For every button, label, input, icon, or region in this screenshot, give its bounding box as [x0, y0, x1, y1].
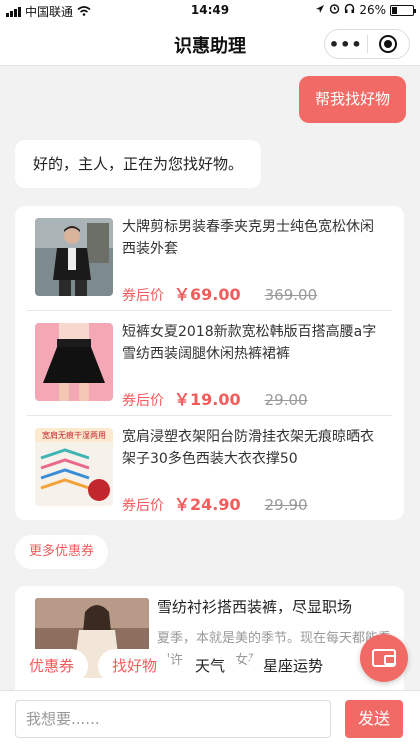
quick-action-weather[interactable]: 天气 — [181, 649, 240, 683]
coupon-price-label: 券后价 — [122, 498, 164, 514]
headphones-icon — [344, 3, 355, 17]
goods-price-row: 券后价 ￥69.00 369.00 — [122, 281, 317, 305]
bot-reply-bubble: 好的，主人，正在为您找好物。 — [15, 140, 262, 188]
location-icon — [315, 3, 325, 17]
battery-percent: 26% — [359, 3, 386, 17]
coupon-price: ￥69.00 — [174, 285, 241, 304]
input-bar: 发送 — [0, 690, 420, 747]
product-image-hangers: 宽肩无痕干湿两用 — [35, 428, 113, 506]
coupon-price: ￥19.00 — [174, 390, 241, 409]
quick-actions: 优惠券 找好物 天气 星座运势 — [15, 649, 338, 683]
article-title: 雪纺衬衫搭西装裤，尽显职场 — [157, 598, 353, 616]
product-image-text: 宽肩无痕干湿两用 — [42, 430, 106, 440]
target-icon — [379, 35, 398, 53]
goods-item[interactable]: 大牌剪标男装春季夹克男士纯色宽松休闲西装外套 券后价 ￥69.00 369.00 — [27, 206, 392, 311]
close-mini-program-button[interactable] — [367, 35, 409, 53]
original-price: 29.90 — [264, 496, 308, 514]
goods-title: 宽肩浸塑衣架阳台防滑挂衣架无痕晾晒衣架子30多色西装大衣衣撑50 — [122, 429, 374, 467]
original-price: 29.00 — [264, 391, 308, 409]
product-image-skirt — [35, 323, 113, 401]
coupon-price: ￥24.90 — [174, 495, 241, 514]
wallet-icon — [372, 649, 396, 667]
goods-item[interactable]: 宽肩无痕干湿两用 宽肩浸塑衣架阳台防滑挂衣架无痕晾晒衣架子30多色西装大衣衣撑5… — [27, 416, 392, 521]
user-message-bubble: 帮我找好物 — [298, 76, 406, 123]
goods-price-row: 券后价 ￥24.90 29.90 — [122, 491, 308, 515]
nav-bar: 识惠助理 ••• — [0, 22, 420, 66]
coupon-price-label: 券后价 — [122, 393, 164, 409]
goods-price-row: 券后价 ￥19.00 29.00 — [122, 386, 308, 410]
goods-item[interactable]: 短裤女夏2018新款宽松韩版百搭高腰a字雪纺西装阔腿休闲热裤裙裤 券后价 ￥19… — [27, 311, 392, 416]
coupon-price-label: 券后价 — [122, 288, 164, 304]
status-bar: 中国联通 14:49 26% — [0, 0, 420, 22]
goods-title: 大牌剪标男装春季夹克男士纯色宽松休闲西装外套 — [122, 219, 374, 257]
mini-program-capsule: ••• — [324, 29, 410, 59]
product-image-jacket — [35, 218, 113, 296]
goods-title: 短裤女夏2018新款宽松韩版百搭高腰a字雪纺西装阔腿休闲热裤裙裤 — [122, 324, 377, 362]
wallet-float-button[interactable] — [360, 634, 408, 682]
quick-action-coupons[interactable]: 优惠券 — [15, 649, 89, 683]
quick-action-horoscope[interactable]: 星座运势 — [249, 649, 338, 683]
battery-icon — [390, 4, 416, 16]
original-price: 369.00 — [264, 286, 318, 304]
alarm-icon — [329, 3, 340, 17]
goods-list-card: 大牌剪标男装春季夹克男士纯色宽松休闲西装外套 券后价 ￥69.00 369.00… — [15, 206, 404, 520]
send-button[interactable]: 发送 — [345, 700, 403, 738]
more-menu-button[interactable]: ••• — [325, 35, 367, 54]
quick-action-find-goods[interactable]: 找好物 — [98, 649, 172, 683]
more-coupons-button[interactable]: 更多优惠券 — [15, 535, 109, 569]
chat-area: 帮我找好物 好的，主人，正在为您找好物。 大牌剪标男装春季夹克男士纯色宽松休闲西… — [0, 67, 420, 690]
message-input[interactable] — [15, 700, 331, 738]
